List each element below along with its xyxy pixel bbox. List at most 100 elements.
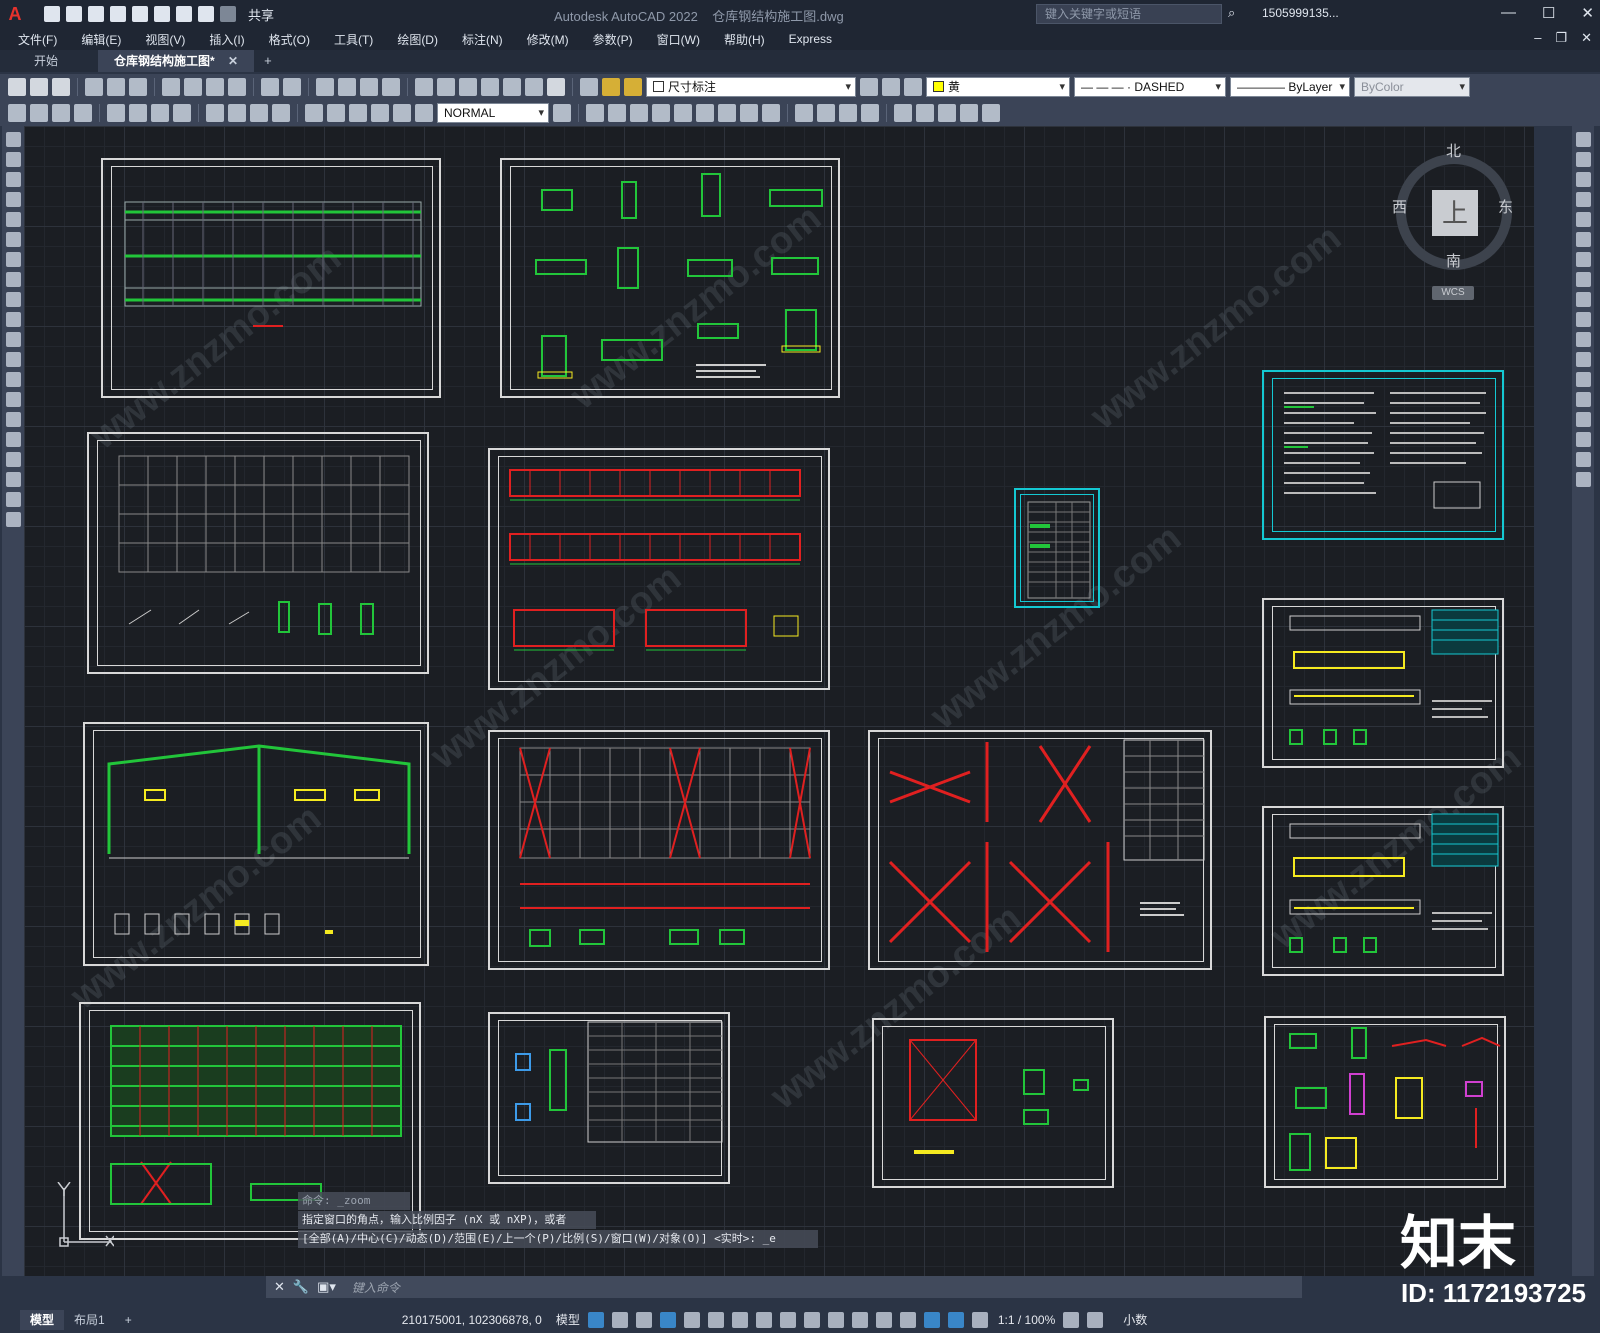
ellipse-arc-icon[interactable]: [5, 332, 21, 347]
layer-properties-icon[interactable]: [580, 78, 598, 96]
jogged-linear-icon[interactable]: [371, 104, 389, 122]
viewcube[interactable]: 上 北 南 东 西 WCS: [1392, 140, 1514, 300]
drawing-sheet[interactable]: [101, 158, 441, 398]
zoom-realtime-icon[interactable]: [338, 78, 356, 96]
undo-icon[interactable]: [198, 6, 214, 22]
compass-south[interactable]: 南: [1446, 250, 1461, 271]
drawing-sheet[interactable]: [488, 730, 830, 970]
layer-on-icon[interactable]: [602, 78, 620, 96]
drawing-sheet[interactable]: [1262, 806, 1504, 976]
intersect-icon[interactable]: [839, 104, 857, 122]
search-icon[interactable]: ⌕: [1228, 5, 1235, 21]
rotate-icon[interactable]: [1575, 252, 1591, 267]
zoom-window-icon[interactable]: [360, 78, 378, 96]
drawing-sheet[interactable]: [872, 1018, 1114, 1188]
menu-modify[interactable]: 修改(M): [527, 31, 569, 48]
dim-edit-icon[interactable]: [393, 104, 411, 122]
doc-minimize-icon[interactable]: –: [1534, 30, 1541, 46]
menu-view[interactable]: 视图(V): [145, 31, 185, 48]
pyramid-icon[interactable]: [718, 104, 736, 122]
menu-window[interactable]: 窗口(W): [657, 31, 700, 48]
units-readout[interactable]: 小数: [1123, 1311, 1147, 1328]
layer-state-icon[interactable]: [904, 78, 922, 96]
sphere-icon[interactable]: [652, 104, 670, 122]
blend-icon[interactable]: [1575, 452, 1591, 467]
selection-cycling-icon[interactable]: [827, 1311, 844, 1328]
command-line[interactable]: ✕ 🔧 ▣▾ 键入命令: [266, 1276, 1302, 1298]
model-space-toggle[interactable]: 模型: [556, 1311, 580, 1328]
insert-block-icon[interactable]: [5, 352, 21, 367]
zoom-previous-icon[interactable]: [382, 78, 400, 96]
drawing-sheet[interactable]: [1262, 370, 1504, 540]
calculator-icon[interactable]: [525, 78, 543, 96]
gizmo-icon[interactable]: [923, 1311, 940, 1328]
ucs-icon[interactable]: [894, 104, 912, 122]
plotstyle-dropdown[interactable]: ByColor: [1354, 77, 1470, 97]
redo-icon[interactable]: [283, 78, 301, 96]
grid-icon[interactable]: [587, 1311, 604, 1328]
save-as-icon[interactable]: [110, 6, 126, 22]
explode-icon[interactable]: [1575, 472, 1591, 487]
tab-drawing[interactable]: 仓库钢结构施工图* ✕: [98, 50, 255, 72]
dim-angular-icon[interactable]: [173, 104, 191, 122]
open-icon[interactable]: [30, 78, 48, 96]
cut-icon[interactable]: [162, 78, 180, 96]
torus-icon[interactable]: [696, 104, 714, 122]
match-properties-icon[interactable]: [228, 78, 246, 96]
region-icon[interactable]: [5, 452, 21, 467]
tab-close-icon[interactable]: ✕: [228, 54, 238, 68]
selection-filter-icon[interactable]: [899, 1311, 916, 1328]
menu-draw[interactable]: 绘图(D): [397, 31, 438, 48]
drawing-sheet[interactable]: [87, 432, 429, 674]
menu-insert[interactable]: 插入(I): [209, 31, 244, 48]
annotation-monitor-icon[interactable]: [1087, 1311, 1104, 1328]
save-web-icon[interactable]: [154, 6, 170, 22]
dim-style-icon[interactable]: [553, 104, 571, 122]
cone-icon[interactable]: [630, 104, 648, 122]
chamfer-icon[interactable]: [1575, 412, 1591, 427]
center-mark-icon[interactable]: [327, 104, 345, 122]
copy-object-icon[interactable]: [1575, 152, 1591, 167]
menu-dimension[interactable]: 标注(N): [462, 31, 503, 48]
wcs-menu[interactable]: WCS: [1432, 286, 1474, 300]
ucs-object-icon[interactable]: [982, 104, 1000, 122]
drawing-sheet[interactable]: [488, 1012, 730, 1184]
compass-north[interactable]: 北: [1446, 140, 1461, 161]
transparency-icon[interactable]: [803, 1311, 820, 1328]
line-icon[interactable]: [5, 132, 21, 147]
layer-dropdown[interactable]: 尺寸标注: [646, 77, 856, 97]
subtract-icon[interactable]: [817, 104, 835, 122]
infer-constraints-icon[interactable]: [635, 1311, 652, 1328]
paste-icon[interactable]: [206, 78, 224, 96]
construction-line-icon[interactable]: [5, 152, 21, 167]
open-file-icon[interactable]: [66, 6, 82, 22]
drawing-sheet[interactable]: [1262, 598, 1504, 768]
revision-cloud-icon[interactable]: [5, 272, 21, 287]
revolve-icon[interactable]: [762, 104, 780, 122]
autocad-logo-icon[interactable]: A: [0, 0, 30, 28]
copy-icon[interactable]: [184, 78, 202, 96]
dynamic-ucs-icon[interactable]: [875, 1311, 892, 1328]
make-block-icon[interactable]: [5, 372, 21, 387]
color-dropdown[interactable]: 黄: [926, 77, 1070, 97]
inspection-icon[interactable]: [349, 104, 367, 122]
drawing-sheet[interactable]: [1264, 1016, 1506, 1188]
polar-tracking-icon[interactable]: [683, 1311, 700, 1328]
add-layout-icon[interactable]: +: [115, 1310, 142, 1330]
undo-icon[interactable]: [261, 78, 279, 96]
polygon-icon[interactable]: [5, 192, 21, 207]
box-icon[interactable]: [586, 104, 604, 122]
dim-radius-icon[interactable]: [107, 104, 125, 122]
ortho-icon[interactable]: [659, 1311, 676, 1328]
dim-diameter-icon[interactable]: [151, 104, 169, 122]
publish-icon[interactable]: [129, 78, 147, 96]
annotation-visibility-icon[interactable]: [947, 1311, 964, 1328]
object-snap-icon[interactable]: [755, 1311, 772, 1328]
share-button[interactable]: 共享: [248, 5, 274, 24]
lineweight-icon[interactable]: [779, 1311, 796, 1328]
drawing-sheet[interactable]: [488, 448, 830, 690]
doc-close-icon[interactable]: ✕: [1581, 30, 1592, 46]
hatch-icon[interactable]: [5, 412, 21, 427]
3d-osnap-icon[interactable]: [851, 1311, 868, 1328]
menu-format[interactable]: 格式(O): [269, 31, 310, 48]
